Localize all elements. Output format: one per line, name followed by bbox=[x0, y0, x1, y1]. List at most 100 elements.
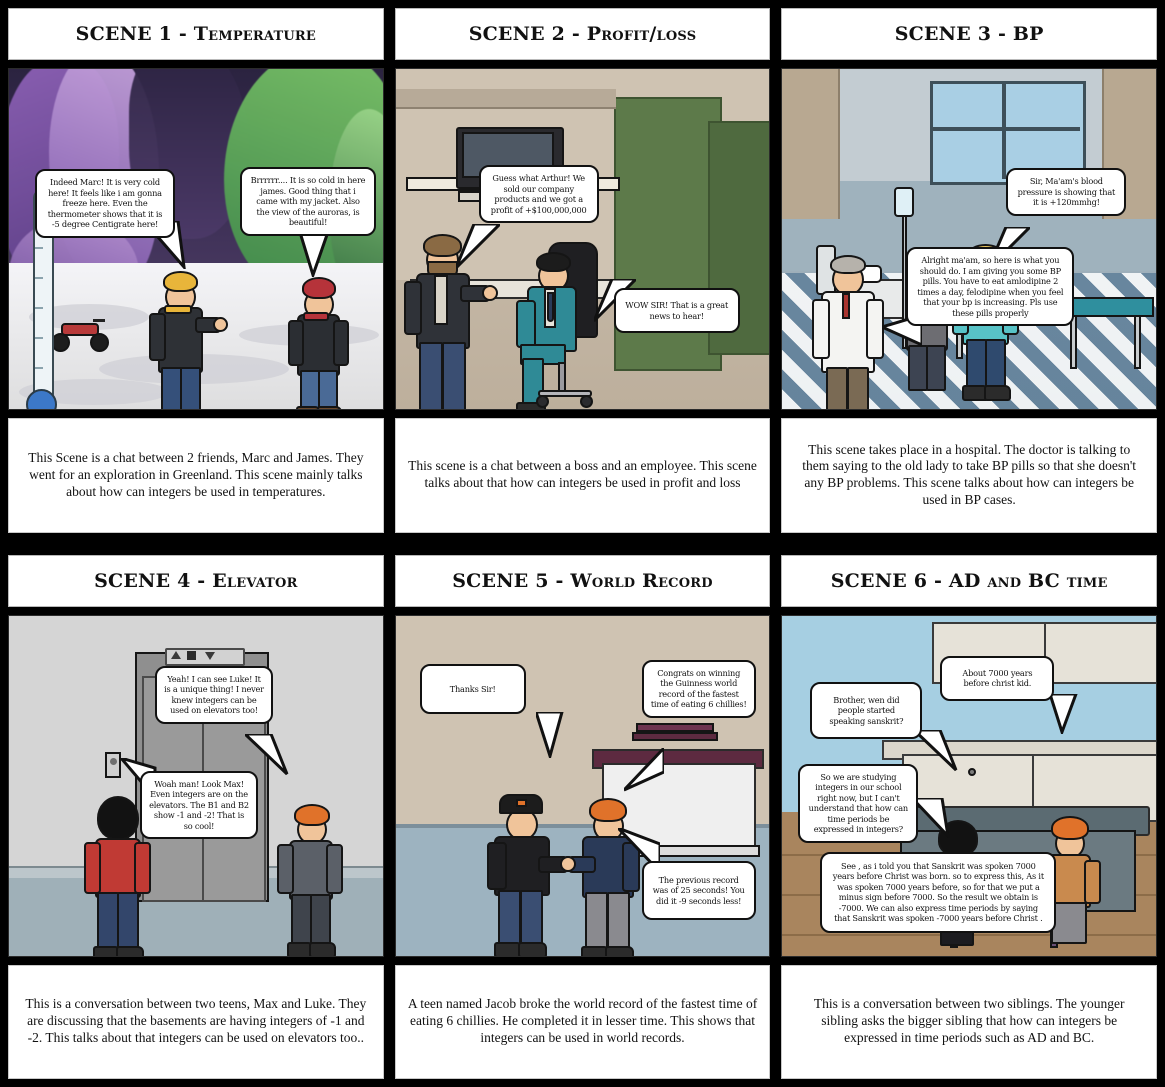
cap-logo-icon bbox=[515, 798, 527, 807]
panel-title-bar-scene-3: SCENE 3 - BP bbox=[781, 8, 1158, 60]
bubble-text-s3-b1: Sir, Ma'am's blood pressure is showing t… bbox=[1017, 176, 1116, 207]
indicator-up-arrow-icon bbox=[171, 650, 181, 659]
james-scarf bbox=[164, 305, 192, 314]
panel-art-scene-5: Thanks Sir! Congrats on winning the Guin… bbox=[394, 614, 771, 957]
elevator-call-panel bbox=[105, 751, 121, 778]
character-james bbox=[149, 267, 228, 409]
panel-title-scene-2: SCENE 2 - Profit/loss bbox=[468, 23, 697, 45]
speech-bubble-s1-b2: Brrrrrr.... It is so cold in here james.… bbox=[240, 167, 376, 236]
bubble-tail-s2-b1 bbox=[455, 224, 500, 270]
bubble-text-s4-b1: Yeah! I can see Luke! It is a unique thi… bbox=[164, 673, 264, 716]
speech-bubble-s3-b2: Alright ma'am, so here is what you shoul… bbox=[906, 247, 1075, 326]
thermometer-tick bbox=[35, 277, 43, 279]
panel-title-scene-4: SCENE 4 - Elevator bbox=[94, 569, 298, 592]
max-leg-right bbox=[117, 891, 139, 954]
elder-hair bbox=[1051, 815, 1090, 840]
panel-caption-box-scene-6: This is a conversation between two sibli… bbox=[781, 964, 1158, 1079]
boss-leg-right bbox=[441, 342, 466, 409]
nurse-shoe-right bbox=[984, 385, 1012, 401]
james-leg-left bbox=[161, 367, 182, 409]
panel-caption-scene-3: This scene takes place in a hospital. Th… bbox=[802, 441, 1137, 508]
storyboard-cell-scene-2: SCENE 2 - Profit/loss Guess what Arthur!… bbox=[394, 8, 771, 533]
bubble-tail-s4-b1 bbox=[245, 733, 289, 775]
marc-leg-right bbox=[318, 370, 338, 409]
speech-bubble-s5-b2: Congrats on winning the Guinness world r… bbox=[641, 659, 756, 718]
panel-title-bar-scene-6: SCENE 6 - AD and BC time bbox=[781, 554, 1158, 607]
speech-bubble-s6-b1: Brother, wen did people started speaking… bbox=[810, 681, 923, 739]
panel-title-scene-3: SCENE 3 - BP bbox=[894, 23, 1044, 45]
speech-bubble-s6-b4: See , as i told you that Sanskrit was sp… bbox=[820, 851, 1057, 933]
bubble-text-s3-b2: Alright ma'am, so here is what you shoul… bbox=[917, 255, 1064, 318]
marc-arm-right bbox=[333, 320, 349, 366]
jacob-hair bbox=[588, 797, 627, 822]
thermometer-tick bbox=[35, 367, 43, 369]
book-stack-1 bbox=[631, 731, 718, 741]
exam-table-leg-l bbox=[1070, 315, 1078, 369]
marc-hat bbox=[302, 277, 336, 299]
bubble-text-s1-b1: Indeed Marc! It is very cold here! It fe… bbox=[47, 177, 163, 229]
iv-bag bbox=[894, 187, 915, 217]
max-leg-left bbox=[97, 891, 119, 954]
elder-leg bbox=[1051, 901, 1088, 944]
jacob-leg-right bbox=[606, 891, 630, 954]
arthur-arm bbox=[515, 300, 536, 348]
speech-bubble-s5-b3: The previous record was of 25 seconds! Y… bbox=[641, 860, 756, 920]
speech-bubble-s4-b2: Woah man! Look Max! Even integers are on… bbox=[140, 770, 258, 839]
thermometer-tick bbox=[35, 337, 43, 339]
marc-boot-right bbox=[317, 406, 342, 409]
panel-title-scene-5: SCENE 5 - World Record bbox=[452, 569, 713, 592]
motorcycle-wheel-front bbox=[90, 333, 109, 352]
bubble-text-s2-b2: WOW SIR! That is a great news to hear! bbox=[625, 300, 729, 321]
panel-art-scene-6: About 7000 years before christ kid. Brot… bbox=[781, 614, 1158, 957]
max-hair bbox=[97, 795, 139, 840]
storyboard-row-1: SCENE 1 - Temperature Indeed Marc! It is… bbox=[8, 8, 1158, 533]
panel-title-scene-6: SCENE 6 - AD and BC time bbox=[830, 569, 1108, 592]
panel-title-scene-1: SCENE 1 - Temperature bbox=[75, 23, 317, 45]
exam-table-leg-r bbox=[1134, 315, 1142, 369]
max-shoe-right bbox=[116, 945, 144, 956]
elder-arm bbox=[1084, 859, 1102, 904]
panel-art-scene-2: Guess what Arthur! We sold our company p… bbox=[394, 68, 771, 410]
bubble-text-s6-b3: So we are studying integers in our schoo… bbox=[808, 771, 909, 835]
bubble-tail-s5-b1 bbox=[535, 711, 564, 758]
storyboard-row-2: SCENE 4 - Elevator Yeah! I can see Luke!… bbox=[8, 554, 1158, 1079]
james-hat bbox=[163, 271, 198, 292]
luke-arm-left bbox=[277, 843, 294, 894]
indicator-down-arrow-icon bbox=[205, 651, 215, 660]
thermometer-tick bbox=[35, 247, 43, 249]
official-shoe-right bbox=[517, 941, 547, 956]
boss-shirt bbox=[433, 275, 448, 325]
storyboard-cell-scene-6: SCENE 6 - AD and BC time About 7000 year… bbox=[781, 554, 1158, 1079]
jacob-shoe-right bbox=[604, 945, 634, 956]
chair-wheel-right bbox=[579, 395, 593, 408]
storyboard-cell-scene-4: SCENE 4 - Elevator Yeah! I can see Luke!… bbox=[8, 554, 384, 1079]
storyboard-cell-scene-5: SCENE 5 - World Record Thanks Sir! Congr… bbox=[394, 554, 771, 1079]
bubble-text-s6-b1: Brother, wen did people started speaking… bbox=[829, 694, 904, 726]
bubble-tail-s6-b2 bbox=[1050, 693, 1078, 734]
speech-bubble-s2-b2: WOW SIR! That is a great news to hear! bbox=[613, 288, 740, 333]
speech-bubble-s5-b1: Thanks Sir! bbox=[419, 663, 526, 714]
chair-post bbox=[557, 362, 566, 392]
jacob-hand bbox=[559, 855, 576, 872]
bubble-tail-s1-b2 bbox=[299, 229, 331, 277]
doctor-arm-left bbox=[812, 299, 831, 359]
storyboard-cell-scene-1: SCENE 1 - Temperature Indeed Marc! It is… bbox=[8, 8, 384, 533]
bubble-text-s2-b1: Guess what Arthur! We sold our company p… bbox=[490, 173, 587, 215]
doctor-hair bbox=[830, 255, 867, 274]
panel-caption-box-scene-4: This is a conversation between two teens… bbox=[8, 964, 384, 1079]
character-marc bbox=[288, 274, 349, 409]
panel-caption-box-scene-1: This Scene is a chat between 2 friends, … bbox=[8, 418, 384, 533]
bubble-text-s6-b2: About 7000 years before christ kid. bbox=[962, 667, 1033, 689]
bubble-text-s1-b2: Brrrrrr.... It is so cold in here james.… bbox=[250, 175, 366, 227]
panel-caption-scene-2: This scene is a chat between a boss and … bbox=[408, 458, 757, 491]
marc-leg-left bbox=[300, 370, 320, 409]
cabinet-knob bbox=[968, 767, 977, 776]
character-doctor bbox=[812, 249, 885, 409]
panel-title-bar-scene-2: SCENE 2 - Profit/loss bbox=[394, 8, 771, 60]
panel-caption-box-scene-5: A teen named Jacob broke the world recor… bbox=[394, 964, 771, 1079]
bubble-text-s4-b2: Woah man! Look Max! Even integers are on… bbox=[149, 778, 249, 831]
official-leg-right bbox=[519, 889, 543, 950]
james-leg-right bbox=[180, 367, 201, 409]
bubble-text-s5-b3: The previous record was of 25 seconds! Y… bbox=[652, 874, 745, 906]
arthur-tie bbox=[546, 292, 554, 322]
